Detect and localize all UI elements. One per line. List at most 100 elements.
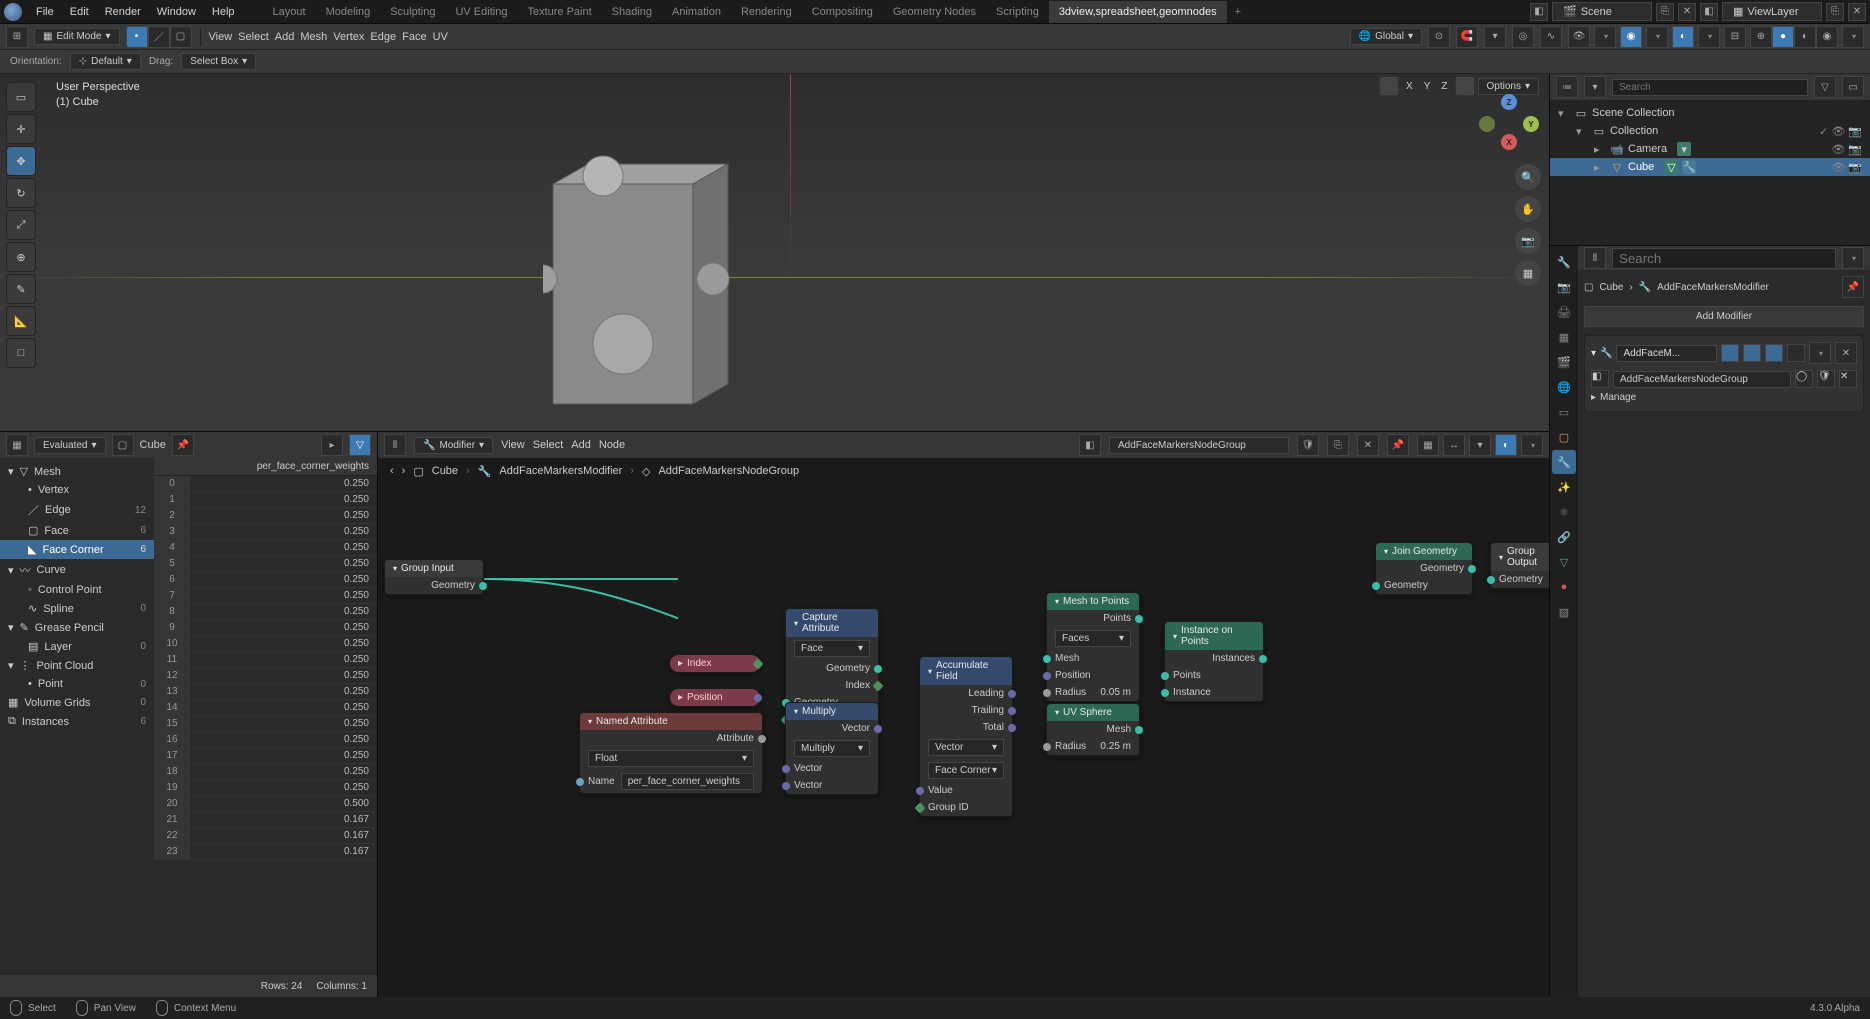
prop-tab-scene[interactable]: 🎬 [1552,350,1576,374]
domain-vertex[interactable]: •Vertex [0,481,154,499]
node-accumulate-field[interactable]: ▾Accumulate Field Leading Trailing Total… [919,656,1013,817]
domain-volume-grids[interactable]: ▦Volume Grids0 [0,693,154,712]
layer-browse-icon[interactable]: ◧ [1700,3,1718,21]
column-header[interactable]: per_face_corner_weights [190,458,377,476]
named-attr-name[interactable]: per_face_corner_weights [621,773,754,790]
domain-face[interactable]: ▢Face6 [0,521,154,540]
tool-rotate[interactable]: ↻ [6,178,36,208]
nodegroup-fake-icon[interactable]: 🛡 [1817,370,1835,388]
prop-tab-constraints[interactable]: 🔗 [1552,525,1576,549]
table-row[interactable]: 140.250 [154,700,377,716]
domain-edge[interactable]: ／Edge12 [0,499,154,521]
pin-icon[interactable]: 📌 [1842,276,1864,298]
proportional-opts-icon[interactable]: ∿ [1540,26,1562,48]
table-row[interactable]: 190.250 [154,780,377,796]
nodegroup-name-field[interactable]: AddFaceMarkersNodeGroup [1613,371,1791,388]
layer-del-icon[interactable]: ✕ [1848,3,1866,21]
orientation-dropdown[interactable]: 🌐Global▾ [1350,28,1422,45]
zoom-icon[interactable]: 🔍 [1515,164,1541,190]
table-row[interactable]: 130.250 [154,684,377,700]
visibility-icon[interactable]: 👁 [1568,26,1590,48]
table-row[interactable]: 60.250 [154,572,377,588]
prop-tab-particles[interactable]: ✨ [1552,475,1576,499]
prop-tab-physics[interactable]: ⚛ [1552,500,1576,524]
axis-neg-y-dot[interactable] [1479,116,1495,132]
ne-overlay-opts[interactable] [1521,434,1543,456]
outliner-search[interactable] [1612,79,1808,96]
ss-object-icon[interactable]: ▢ [112,434,134,456]
manage-disclosure[interactable]: ▸ [1591,392,1596,403]
eye-icon[interactable]: 👁 [1831,143,1845,156]
tab-custom[interactable]: 3dview,spreadsheet,geomnodes [1049,1,1227,23]
header-uv[interactable]: UV [433,31,448,43]
bc-object[interactable]: Cube [432,465,458,477]
mode-dropdown[interactable]: ▦Edit Mode▾ [34,28,120,45]
mod-render-icon[interactable] [1765,344,1783,362]
table-row[interactable]: 20.250 [154,508,377,524]
scene-browse-icon[interactable]: ◧ [1530,3,1548,21]
tab-sculpting[interactable]: Sculpting [380,1,445,23]
tool-move[interactable]: ✥ [6,146,36,176]
prop-tab-collection[interactable]: ▭ [1552,400,1576,424]
ne-nodegroup-field[interactable]: AddFaceMarkersNodeGroup [1109,437,1289,454]
ov-mirror[interactable] [1455,76,1475,96]
table-row[interactable]: 230.167 [154,844,377,860]
axis-y-label[interactable]: Y [1420,81,1435,92]
tab-geometrynodes[interactable]: Geometry Nodes [883,1,986,23]
header-mesh[interactable]: Mesh [300,31,327,43]
pan-icon[interactable]: ✋ [1515,196,1541,222]
select-face-icon[interactable]: ▢ [170,26,192,48]
viewlayer-name-field[interactable]: ▦ViewLayer [1722,2,1822,21]
select-vertex-icon[interactable]: • [126,26,148,48]
node-join-geometry[interactable]: ▾Join Geometry Geometry Geometry [1375,542,1473,595]
domain-point-cloud[interactable]: ▾⋮Point Cloud [0,656,154,675]
mod-realtime-icon[interactable] [1721,344,1739,362]
tab-animation[interactable]: Animation [662,1,731,23]
ne-overlay-3[interactable]: ▾ [1469,434,1491,456]
table-row[interactable]: 220.167 [154,828,377,844]
mtp-domain[interactable]: Faces▾ [1055,630,1131,647]
select-edge-icon[interactable]: ／ [148,26,170,48]
render-icon[interactable]: 📷 [1848,143,1862,156]
prop-tab-world[interactable]: 🌐 [1552,375,1576,399]
overlay-icon[interactable]: ◐ [1672,26,1694,48]
gizmo-icon[interactable]: ◉ [1620,26,1642,48]
table-row[interactable]: 210.167 [154,812,377,828]
ne-overlay-2[interactable]: ↔ [1443,434,1465,456]
eye-icon[interactable]: 👁 [1831,161,1845,174]
properties-search[interactable] [1612,248,1836,269]
navigation-gizmo[interactable]: Z Y X [1479,94,1539,154]
ne-modifier-dropdown[interactable]: 🔧Modifier▾ [414,437,493,454]
node-canvas[interactable]: ▾Group Input Geometry ▸Index ▸Position ▾… [378,484,1549,997]
tool-cursor[interactable]: ✛ [6,114,36,144]
3d-viewport[interactable]: User Perspective (1) Cube ▭ ✛ ✥ ↻ ⤢ ⊕ ✎ … [0,74,1550,432]
node-group-output[interactable]: ▾Group Output Geometry [1490,542,1549,589]
table-row[interactable]: 40.250 [154,540,377,556]
nodegroup-unlink-icon[interactable]: ✕ [1839,370,1857,388]
tab-modeling[interactable]: Modeling [316,1,381,23]
nodegroup-users-icon[interactable]: ◯ [1795,370,1813,388]
manage-label[interactable]: Manage [1600,392,1636,403]
shading-opts[interactable] [1842,26,1864,48]
table-row[interactable]: 70.250 [154,588,377,604]
domain-control-point[interactable]: ◦Control Point [0,581,154,599]
bc-nodegroup[interactable]: AddFaceMarkersNodeGroup [658,465,799,477]
gizmo-opts[interactable] [1646,26,1668,48]
prop-tab-output[interactable]: 🖨 [1552,300,1576,324]
prop-tab-object[interactable]: ▢ [1552,425,1576,449]
ne-browse-icon[interactable]: ◧ [1079,434,1101,456]
mod-extras-icon[interactable] [1809,342,1831,364]
prop-tab-modifier[interactable]: 🔧 [1552,450,1576,474]
axis-x-label[interactable]: X [1402,81,1417,92]
visibility-opts[interactable] [1594,26,1616,48]
orientation-value[interactable]: ⊹Default▾ [70,53,141,70]
table-row[interactable]: 200.500 [154,796,377,812]
ne-overlay-1[interactable]: ▦ [1417,434,1439,456]
mod-editmode-icon[interactable] [1743,344,1761,362]
ne-pin-icon[interactable]: 📌 [1387,434,1409,456]
scene-del-icon[interactable]: ✕ [1678,3,1696,21]
ss-eval-dropdown[interactable]: Evaluated▾ [34,437,106,454]
tool-select-box[interactable]: ▭ [6,82,36,112]
drag-value[interactable]: Select Box▾ [181,53,256,70]
node-instance-on-points[interactable]: ▾Instance on Points Instances Points Ins… [1164,621,1264,702]
